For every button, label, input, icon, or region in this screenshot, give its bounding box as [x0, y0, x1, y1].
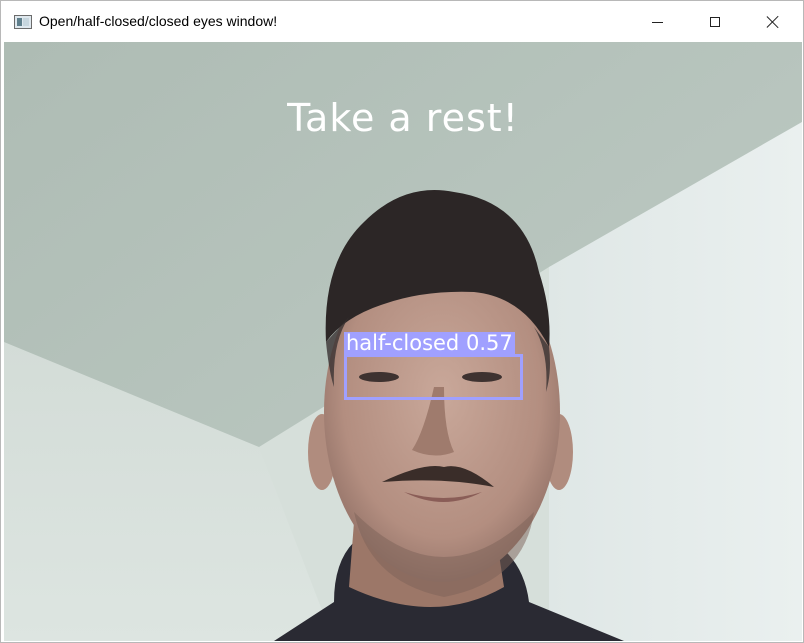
rest-warning-text: Take a rest!: [287, 96, 519, 140]
eye-detection-box: [344, 354, 523, 400]
window-title: Open/half-closed/closed eyes window!: [39, 13, 278, 29]
minimize-icon: [651, 21, 663, 23]
detection-label: half-closed 0.57: [344, 332, 515, 354]
minimize-button[interactable]: [628, 2, 686, 42]
close-button[interactable]: [744, 2, 802, 42]
title-bar[interactable]: Open/half-closed/closed eyes window!: [2, 2, 802, 42]
maximize-icon: [710, 17, 720, 27]
detection-class: half-closed: [346, 331, 460, 355]
close-icon: [766, 15, 780, 29]
app-window-icon: [14, 15, 32, 29]
detection-confidence: 0.57: [465, 331, 513, 355]
camera-feed: Take a rest! half-closed 0.57: [4, 42, 802, 641]
app-window: Open/half-closed/closed eyes window! Tak…: [0, 0, 804, 643]
maximize-button[interactable]: [686, 2, 744, 42]
